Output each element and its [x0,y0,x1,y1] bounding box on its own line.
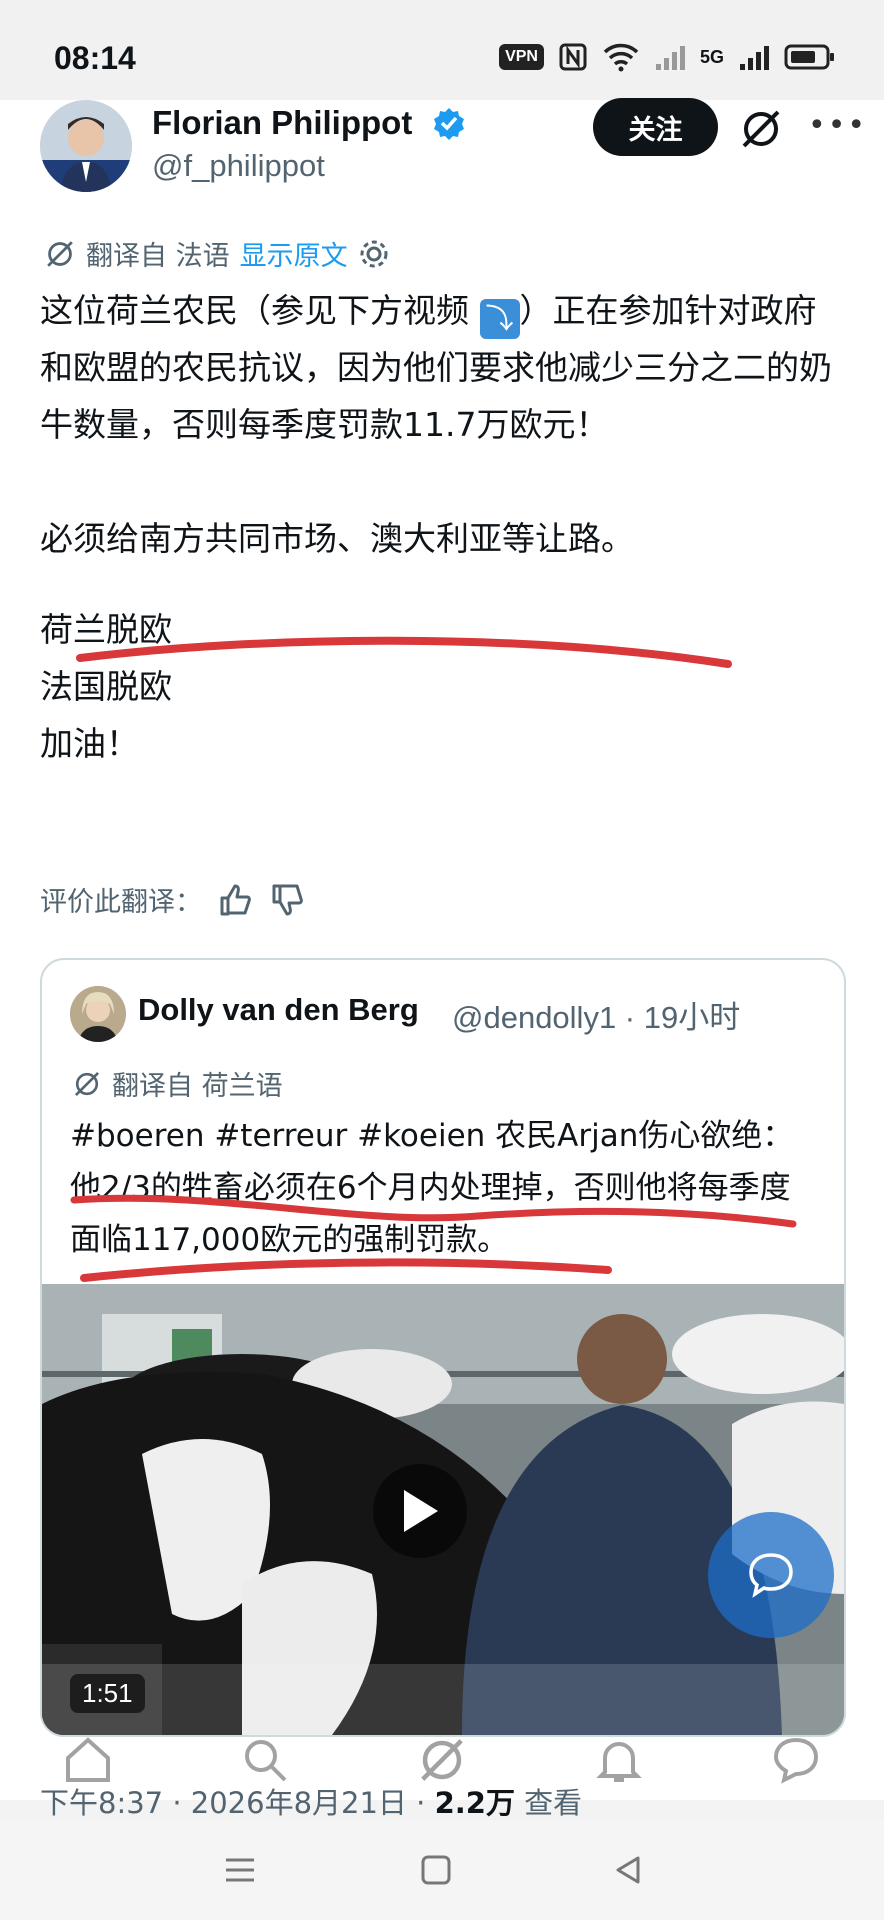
wifi-icon [603,43,639,72]
tweet-text: 这位荷兰农民（参见下方视频 ⤵ ）正在参加针对政府和欧盟的农民抗议，因为他们要求他… [40,282,840,772]
status-icons: VPN 5G [499,42,836,72]
video-player[interactable]: 1:51 [42,1284,844,1735]
status-bar: 08:14 VPN 5G [0,0,884,100]
vpn-icon: VPN [499,44,544,70]
signal-icon-2 [740,46,769,70]
translated-from-label: 翻译自 法语 [86,241,230,272]
rate-translation: 评价此翻译： [40,880,306,919]
tweet-meta: 下午8:37 · 2026年8月21日 · 2.2万 查看 [40,1780,582,1822]
status-time: 08:14 [54,40,136,76]
quote-author-name[interactable]: Dolly van den Berg [138,992,419,1028]
tweet-line4: 法国脱欧 [40,667,172,706]
play-icon [404,1490,438,1532]
tweet-line3: 荷兰脱欧 [40,610,172,649]
back-icon[interactable] [608,1850,648,1890]
timestamp[interactable]: 下午8:37 · 2026年8月21日 · [40,1786,435,1820]
thumbs-down-icon[interactable] [270,882,306,918]
follow-button[interactable]: 关注 [593,98,718,156]
quote-translated-from: 翻译自 荷兰语 [112,1071,283,1102]
battery-icon [784,44,834,70]
quote-avatar[interactable] [70,986,126,1042]
floating-message-button[interactable] [708,1512,834,1638]
views-label: 查看 [514,1786,583,1820]
quoted-tweet[interactable]: Dolly van den Berg @dendolly1 · 19小时 翻译自… [40,958,846,1737]
nfc-icon [559,43,587,71]
author-name[interactable]: Florian Philippot [152,104,412,142]
quote-text: #boeren #terreur #koeien 农民Arjan伤心欲绝：他2/… [70,1118,794,1258]
bell-icon[interactable] [593,1734,645,1786]
network-type: 5G [699,46,724,67]
more-icon[interactable]: ••• [808,108,867,143]
quote-handle-time[interactable]: @dendolly1 · 19小时 [452,992,740,1037]
translation-row: 翻译自 法语 显示原文 [44,234,390,273]
avatar[interactable] [40,100,132,192]
tweet-line5: 加油！ [40,724,139,763]
search-icon[interactable] [239,1734,291,1786]
grok-tab-icon[interactable] [416,1734,468,1786]
menu-icon[interactable] [220,1850,260,1890]
home-icon[interactable] [62,1734,114,1786]
signal-icon-1 [655,46,685,70]
chat-bubble-icon [749,1553,793,1598]
author-handle[interactable]: @f_philippot [152,148,325,184]
grok-icon[interactable] [738,106,784,152]
tweet-line1a: 这位荷兰农民（参见下方视频 [40,291,469,330]
arrow-down-icon: ⤵ [479,299,520,339]
gear-icon[interactable] [358,238,390,270]
messages-icon[interactable] [770,1734,822,1786]
rate-label: 评价此翻译： [40,887,202,918]
show-original-link[interactable]: 显示原文 [240,234,348,273]
video-duration: 1:51 [70,1674,145,1713]
verified-badge-icon [434,108,464,140]
translate-icon [47,240,73,267]
home-square-icon[interactable] [416,1850,456,1890]
quote-translation-row: 翻译自 荷兰语 [72,1064,283,1103]
translate-icon [74,1071,100,1096]
system-nav-bar [0,1820,884,1920]
play-button[interactable] [373,1464,467,1558]
tweet-paragraph2: 必须给南方共同市场、澳大利亚等让路。 [40,519,634,558]
thumbs-up-icon[interactable] [218,882,254,918]
views-count: 2.2万 [434,1786,515,1820]
